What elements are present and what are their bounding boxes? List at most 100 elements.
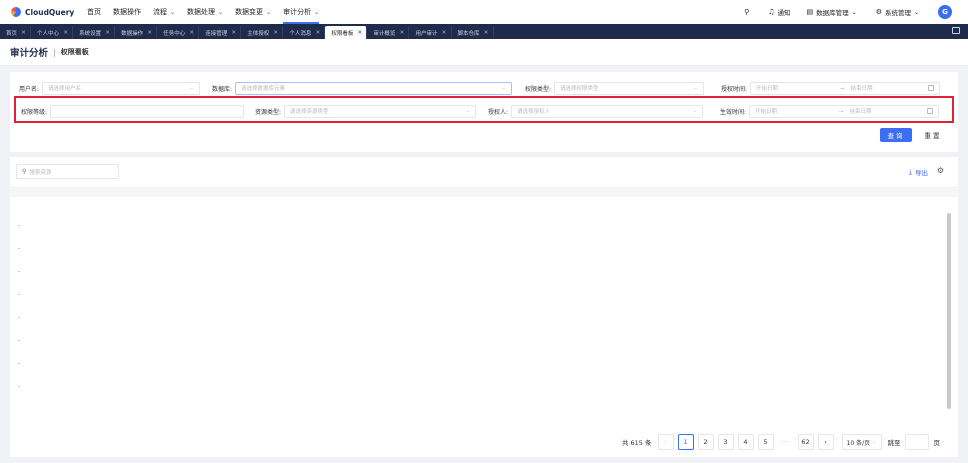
- page-ellipsis[interactable]: ···: [777, 434, 794, 450]
- nav-item-data-ops[interactable]: 数据操作: [107, 0, 147, 24]
- arrow-right-icon: →: [839, 84, 845, 92]
- tab-user-audit[interactable]: 用户审计 ×: [409, 26, 452, 39]
- chevron-down-icon: ⌄: [693, 85, 698, 91]
- close-icon[interactable]: ×: [484, 29, 489, 36]
- nav-label: 数据处理: [187, 8, 216, 16]
- search-icon: ⚲: [744, 8, 750, 16]
- global-search-button[interactable]: ⚲: [744, 8, 752, 16]
- row-marker: [18, 271, 20, 272]
- chevron-down-icon: ⌄: [851, 8, 857, 16]
- user-placeholder: 请选择用户名: [48, 86, 82, 92]
- page-size-select[interactable]: 10 条/页 ⌄: [841, 434, 882, 450]
- tab-permission-board[interactable]: 权限看板 ×: [325, 26, 368, 39]
- main-nav: 首页 数据操作 流程 ⌄ 数据处理 ⌄ 数据变更 ⌄ 审计分析 ⌄: [81, 0, 325, 24]
- nav-item-data-change[interactable]: 数据变更 ⌄: [229, 0, 277, 24]
- close-icon[interactable]: ×: [189, 29, 194, 36]
- tab-label: 权限看板: [331, 30, 354, 37]
- tab-script-repo[interactable]: 脚本仓库 ×: [452, 26, 494, 39]
- row-marker: [18, 340, 20, 341]
- close-icon[interactable]: ×: [231, 29, 236, 36]
- tab-label: 连接管理: [205, 30, 228, 37]
- db-select[interactable]: 请选择数据库元素 ⌄: [235, 81, 512, 95]
- window-icon[interactable]: [952, 27, 960, 34]
- tab-label: 系统设置: [79, 30, 102, 37]
- nav-item-flow[interactable]: 流程 ⌄: [147, 0, 181, 24]
- tab-label: 用户审计: [415, 30, 438, 37]
- tab-label: 任务中心: [163, 30, 186, 37]
- db-label: 数据库:: [211, 85, 232, 93]
- perm-type-label: 权限类型:: [524, 85, 551, 93]
- page-button-4[interactable]: 4: [737, 434, 754, 450]
- goto-page-input[interactable]: [904, 434, 929, 450]
- tab-system-settings[interactable]: 系统设置 ×: [73, 26, 116, 39]
- grant-time-range[interactable]: 开始日期 → 结束日期: [750, 81, 940, 95]
- query-button[interactable]: 查询: [880, 128, 912, 142]
- chevron-down-icon: ⌄: [872, 439, 877, 445]
- tab-home[interactable]: 首页 ×: [0, 26, 32, 39]
- resource-search-input[interactable]: ⚲ 搜索资源: [16, 164, 119, 179]
- chevron-down-icon: ⌄: [266, 8, 272, 16]
- close-icon[interactable]: ×: [315, 29, 320, 36]
- database-icon: ▤: [806, 8, 814, 16]
- user-select[interactable]: 请选择用户名 ⌄: [42, 81, 200, 95]
- page-title: 审计分析: [10, 48, 49, 59]
- sys-manage-menu[interactable]: ⚙ 系统管理 ⌄: [876, 7, 922, 17]
- row-marker: [18, 294, 20, 295]
- perm-type-select[interactable]: 请选择权限类型 ⌄: [554, 81, 704, 95]
- goto-label: 跳至: [887, 439, 901, 447]
- gear-icon: ⚙: [875, 8, 882, 16]
- close-icon[interactable]: ×: [63, 29, 68, 36]
- results-panel: ⚲ 搜索资源 ⤓ 导出 ⚙ 共 615 条 ‹ 1 2 3 4 5 ··· 62…: [10, 157, 958, 457]
- chevron-down-icon: ⌄: [501, 85, 506, 91]
- next-page-button[interactable]: ›: [817, 434, 834, 450]
- chevron-down-icon: ⌄: [170, 8, 176, 16]
- tab-personal-msg[interactable]: 个人消息 ×: [283, 26, 326, 39]
- page-button-2[interactable]: 2: [697, 434, 714, 450]
- nav-label: 首页: [87, 8, 101, 16]
- filter-row-1: 用户名: 请选择用户名 ⌄ 数据库: 请选择数据库元素 ⌄ 权限类型: 请选择权限类…: [10, 79, 940, 97]
- tab-label: 数据操作: [121, 30, 144, 37]
- tab-label: 审计概览: [373, 30, 396, 37]
- vertical-scrollbar[interactable]: [947, 213, 951, 409]
- close-icon[interactable]: ×: [273, 29, 278, 36]
- avatar[interactable]: G: [938, 5, 952, 19]
- db-manage-label: 数据库管理: [816, 9, 849, 17]
- close-icon[interactable]: ×: [441, 29, 446, 36]
- grant-time-label: 授权时间:: [720, 85, 747, 93]
- page-button-5[interactable]: 5: [757, 434, 774, 450]
- tab-subject-auth[interactable]: 主体授权 ×: [241, 26, 284, 39]
- close-icon[interactable]: ×: [147, 29, 152, 36]
- prev-page-button[interactable]: ‹: [657, 434, 674, 450]
- notify-button[interactable]: ♫ 通知: [768, 7, 790, 17]
- nav-item-audit[interactable]: 审计分析 ⌄: [277, 0, 325, 24]
- tab-audit-overview[interactable]: 审计概览 ×: [367, 26, 410, 39]
- notify-label: 通知: [777, 9, 791, 17]
- bell-icon: ♫: [768, 8, 775, 16]
- logo-text: CloudQuery: [25, 7, 75, 17]
- tab-data-ops[interactable]: 数据操作 ×: [115, 26, 158, 39]
- pagination: 共 615 条 ‹ 1 2 3 4 5 ··· 62 › 10 条/页 ⌄ 跳至…: [622, 434, 940, 450]
- db-placeholder: 请选择数据库元素: [241, 86, 286, 92]
- tab-label: 主体授权: [247, 30, 270, 37]
- reset-button[interactable]: 重置: [918, 128, 948, 142]
- export-button[interactable]: ⤓ 导出: [909, 167, 928, 178]
- page-button-last[interactable]: 62: [797, 434, 814, 450]
- tab-connection[interactable]: 连接管理 ×: [199, 26, 242, 39]
- tab-personal-center[interactable]: 个人中心 ×: [31, 26, 74, 39]
- db-manage-menu[interactable]: ▤ 数据库管理 ⌄: [807, 7, 860, 17]
- page-button-1[interactable]: 1: [677, 434, 694, 450]
- close-icon[interactable]: ×: [21, 29, 26, 36]
- close-icon[interactable]: ×: [399, 29, 404, 36]
- nav-item-home[interactable]: 首页: [81, 0, 107, 24]
- page-button-3[interactable]: 3: [717, 434, 734, 450]
- page-unit-label: 页: [933, 439, 941, 447]
- tab-task-center[interactable]: 任务中心 ×: [157, 26, 200, 39]
- close-icon[interactable]: ×: [357, 29, 362, 36]
- tab-label: 脚本仓库: [457, 30, 480, 37]
- row-marker: [18, 317, 20, 318]
- gear-icon[interactable]: ⚙: [937, 166, 944, 175]
- nav-item-data-process[interactable]: 数据处理 ⌄: [181, 0, 229, 24]
- close-icon[interactable]: ×: [105, 29, 110, 36]
- user-label: 用户名:: [18, 85, 39, 93]
- logo[interactable]: CloudQuery: [11, 7, 81, 17]
